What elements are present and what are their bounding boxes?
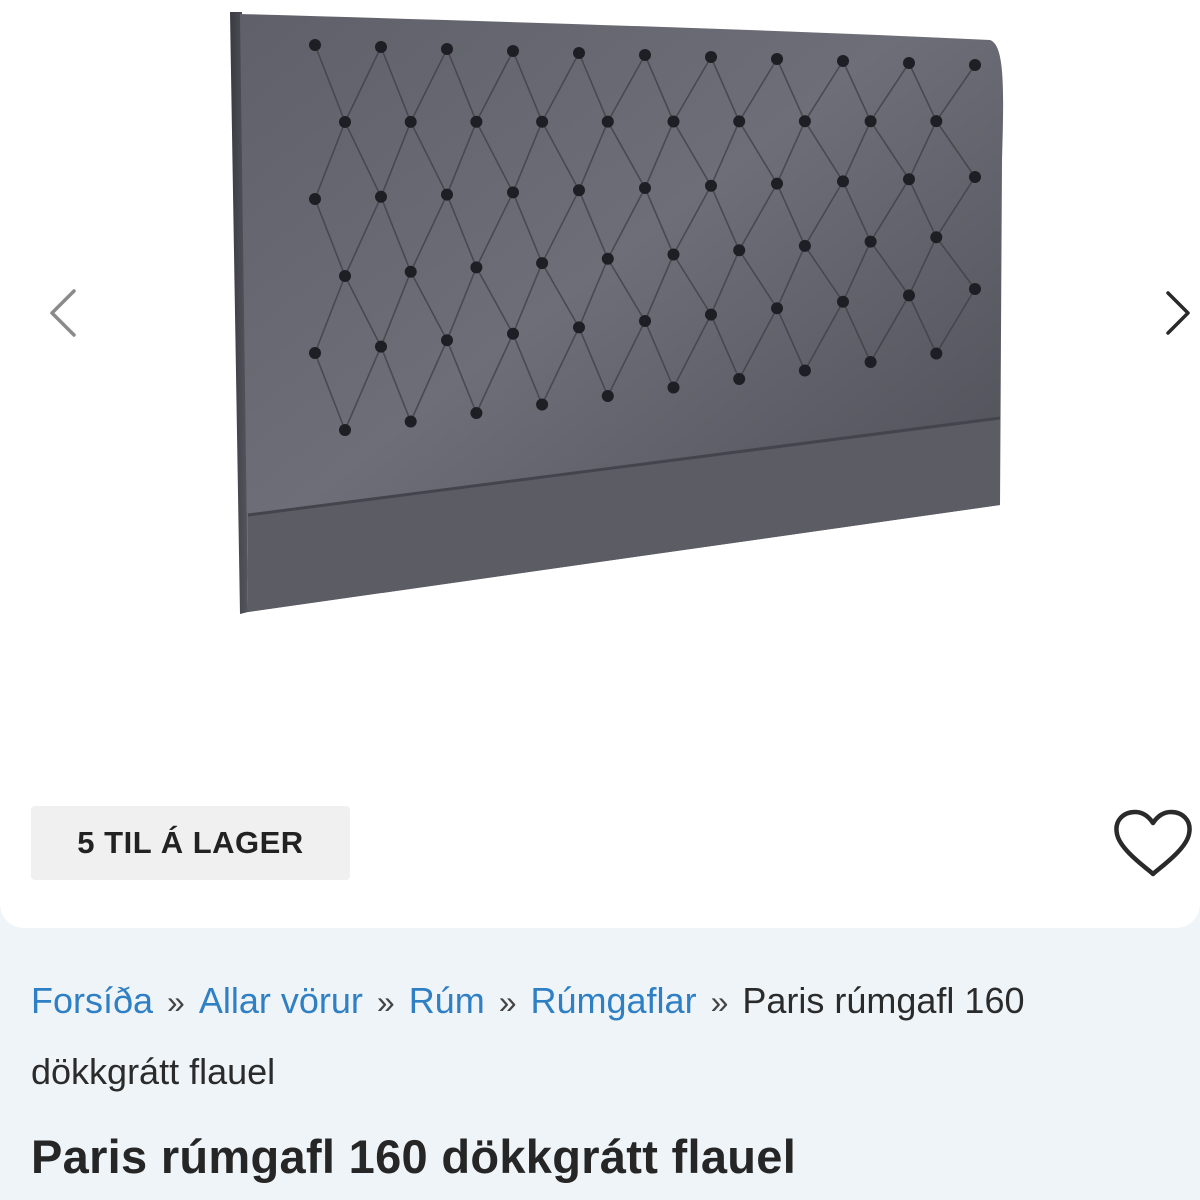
breadcrumb-separator: »	[376, 984, 395, 1020]
gallery-prev-button[interactable]	[34, 278, 90, 348]
breadcrumb-link-home[interactable]: Forsíða	[31, 980, 153, 1021]
wishlist-button[interactable]	[1112, 808, 1194, 880]
breadcrumb-separator: »	[167, 984, 185, 1020]
breadcrumb-separator: »	[710, 984, 729, 1020]
heart-outline-icon	[1114, 809, 1192, 877]
gallery-next-button[interactable]	[1150, 278, 1200, 348]
breadcrumb-link-beds[interactable]: Rúm	[409, 980, 485, 1021]
breadcrumb: Forsíða» Allar vörur» Rúm» Rúmgaflar» Paris …	[31, 966, 1181, 1107]
product-title: Paris rúmgafl 160 dökkgrátt flauel	[31, 1130, 797, 1183]
breadcrumb-link-all-products[interactable]: Allar vörur	[199, 980, 363, 1021]
chevron-right-icon	[1166, 291, 1190, 335]
breadcrumb-separator: »	[498, 984, 517, 1020]
chevron-left-icon	[50, 289, 76, 337]
stock-badge: 5 TIL Á LAGER	[31, 806, 350, 880]
product-gallery: 5 TIL Á LAGER	[0, 0, 1200, 928]
breadcrumb-link-headboards[interactable]: Rúmgaflar	[531, 980, 697, 1021]
product-image	[230, 12, 1004, 614]
